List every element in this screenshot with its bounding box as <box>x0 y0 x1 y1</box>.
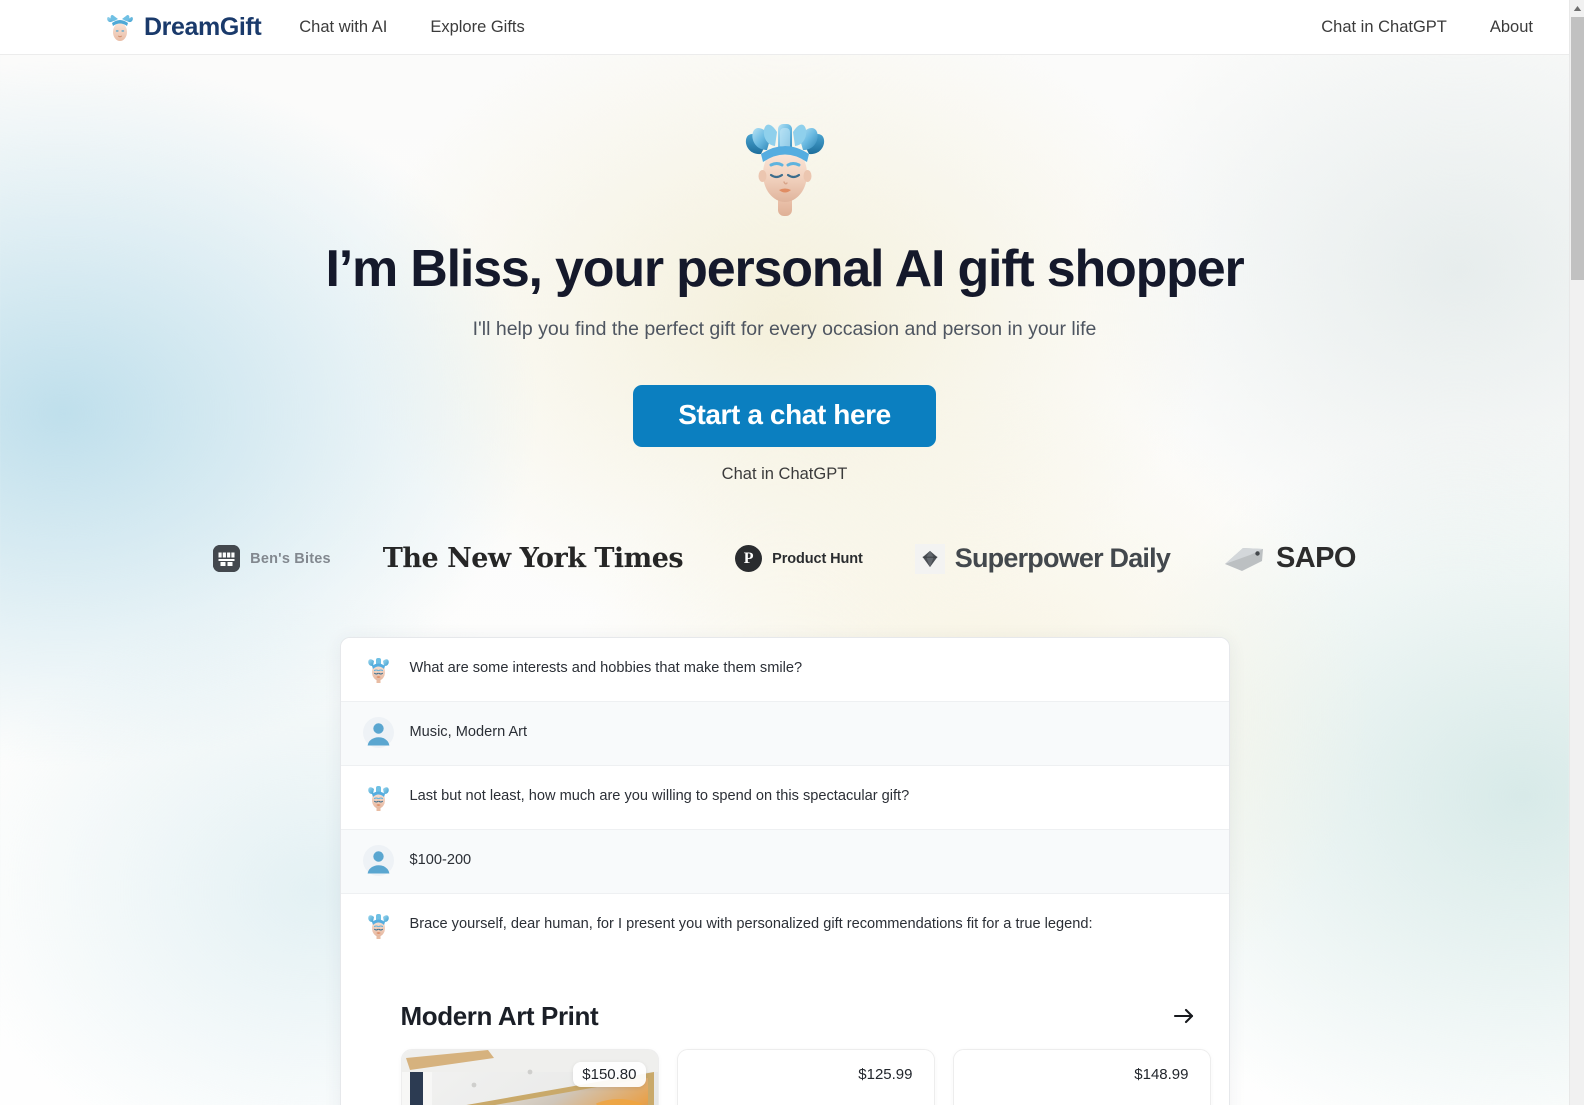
nav-link-chat-in-chatgpt[interactable]: Chat in ChatGPT <box>1321 18 1447 37</box>
chat-message-row: Last but not least, how much are you wil… <box>340 766 1229 831</box>
chat-in-chatgpt-link[interactable]: Chat in ChatGPT <box>0 465 1569 484</box>
press-logo-label: Product Hunt <box>772 550 863 567</box>
user-avatar <box>362 845 394 877</box>
bliss-mascot-avatar <box>363 781 394 812</box>
scrollbar-thumb[interactable] <box>1571 17 1584 280</box>
hero-cta-group: Start a chat here Chat in ChatGPT <box>0 385 1569 484</box>
recommendation-header: Modern Art Print <box>341 957 1229 1049</box>
bliss-mascot-icon <box>103 10 137 44</box>
product-hunt-p-icon: P <box>735 545 763 573</box>
price-tag-icon <box>1222 545 1266 573</box>
chat-message-text: What are some interests and hobbies that… <box>409 660 803 677</box>
press-logo-product-hunt[interactable]: P Product Hunt <box>735 545 863 573</box>
bliss-mascot-avatar <box>363 909 394 940</box>
chat-message-text: Music, Modern Art <box>409 724 528 741</box>
chat-message-text: Last but not least, how much are you wil… <box>409 788 910 805</box>
chat-message-row: $100-200 <box>340 830 1229 895</box>
scroll-up-arrow-icon[interactable] <box>1570 0 1584 16</box>
chat-message-row: What are some interests and hobbies that… <box>340 638 1229 703</box>
press-logo-label: SAPO <box>1276 542 1356 575</box>
press-logos-row: Ben's Bites The New York Times P Product… <box>0 542 1569 575</box>
storefront-icon <box>213 545 241 573</box>
bliss-mascot-icon <box>725 102 845 222</box>
press-logo-sapo[interactable]: SAPO <box>1222 542 1356 575</box>
recommendation-product-row: $150.80 $125.99 $148.99 <box>341 1049 1229 1105</box>
press-logo-superpower-daily[interactable]: Superpower Daily <box>914 543 1171 574</box>
nav-link-chat-with-ai[interactable]: Chat with AI <box>299 18 387 37</box>
press-logo-new-york-times[interactable]: The New York Times <box>382 543 684 575</box>
product-price: $148.99 <box>1134 1066 1189 1084</box>
press-logo-label: Ben's Bites <box>250 550 331 567</box>
chat-preview-card: What are some interests and hobbies that… <box>339 637 1230 1105</box>
arrow-right-icon[interactable] <box>1167 999 1201 1033</box>
press-logo-label: Superpower Daily <box>954 543 1171 574</box>
hero-subtitle: I'll help you find the perfect gift for … <box>472 318 1097 341</box>
bliss-mascot-avatar <box>363 653 394 684</box>
page-title: I’m Bliss, your personal AI gift shopper <box>325 240 1244 298</box>
chat-message-row: Brace yourself, dear human, for I presen… <box>340 894 1229 958</box>
brand-name: DreamGift <box>144 12 262 41</box>
product-price: $150.80 <box>573 1062 646 1088</box>
chat-message-text: Brace yourself, dear human, for I presen… <box>409 916 1093 933</box>
primary-nav-links: Chat with AI Explore Gifts <box>299 18 525 37</box>
secondary-nav-links: Chat in ChatGPT About <box>1321 18 1533 37</box>
product-card-brooklyn-bridge-canvas[interactable]: $148.99 <box>952 1049 1211 1105</box>
press-logo-label: The New York Times <box>382 543 684 575</box>
product-card-abstract-teal-gold-canvas[interactable]: $150.80 <box>400 1049 659 1105</box>
nav-link-explore-gifts[interactable]: Explore Gifts <box>430 18 524 37</box>
brand-logo-link[interactable]: DreamGift <box>103 10 262 44</box>
product-card-botanical-triptych[interactable]: $125.99 <box>676 1049 935 1105</box>
start-a-chat-button[interactable]: Start a chat here <box>633 385 936 448</box>
chat-message-row: Music, Modern Art <box>340 702 1229 767</box>
user-avatar <box>362 717 394 749</box>
vertical-scrollbar[interactable] <box>1569 0 1584 1105</box>
gem-icon <box>914 543 945 574</box>
nav-link-about[interactable]: About <box>1490 18 1533 37</box>
press-logo-bens-bites[interactable]: Ben's Bites <box>213 545 331 573</box>
top-navigation-bar: DreamGift Chat with AI Explore Gifts Cha… <box>0 0 1569 55</box>
recommendation-title: Modern Art Print <box>400 1000 599 1031</box>
chat-message-text: $100-200 <box>409 852 472 869</box>
product-price: $125.99 <box>858 1066 913 1084</box>
page-scroll-container: DreamGift Chat with AI Explore Gifts Cha… <box>0 0 1569 1105</box>
hero-section: I’m Bliss, your personal AI gift shopper… <box>0 55 1569 1105</box>
